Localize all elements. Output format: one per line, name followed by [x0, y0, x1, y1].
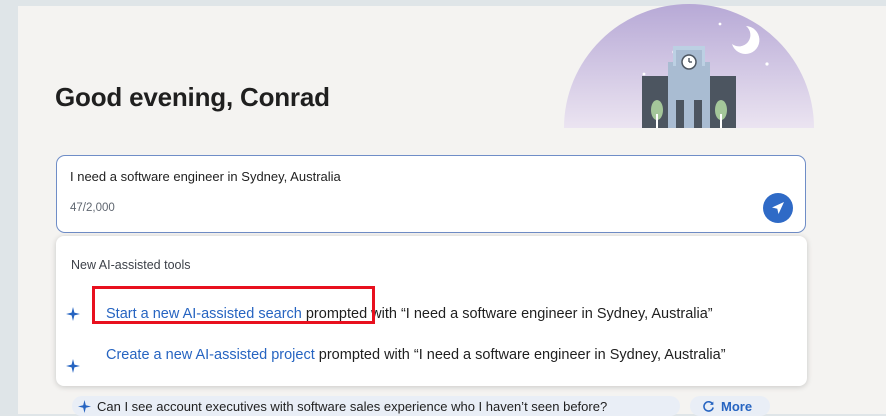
prompt-input-value[interactable]: I need a software engineer in Sydney, Au… [70, 169, 341, 184]
more-suggestions-label: More [721, 398, 753, 414]
prompt-input[interactable]: I need a software engineer in Sydney, Au… [56, 155, 806, 233]
suggestion-chip[interactable]: Can I see account executives with softwa… [72, 396, 680, 416]
sparkle-icon [66, 307, 80, 321]
sparkle-icon [66, 359, 80, 373]
send-icon [772, 202, 784, 214]
page-greeting: Good evening, Conrad [55, 82, 330, 112]
character-counter: 47/2,000 [70, 202, 115, 214]
highlight-annotation [92, 286, 375, 324]
dropdown-heading: New AI-assisted tools [71, 258, 191, 272]
refresh-icon [703, 400, 714, 412]
evening-building-illustration [564, 4, 814, 128]
create-ai-project-link[interactable]: Create a new AI-assisted project [106, 347, 315, 363]
create-ai-project-suffix: prompted with “I need a software enginee… [314, 347, 726, 363]
suggestion-chips: Can I see account executives with softwa… [72, 396, 772, 416]
send-button[interactable] [763, 193, 793, 223]
create-ai-project-text: Create a new AI-assisted project prompte… [106, 344, 801, 366]
suggestion-chip-label: Can I see account executives with softwa… [97, 398, 608, 414]
more-suggestions-button[interactable]: More [690, 396, 770, 416]
sparkle-icon [78, 399, 91, 413]
